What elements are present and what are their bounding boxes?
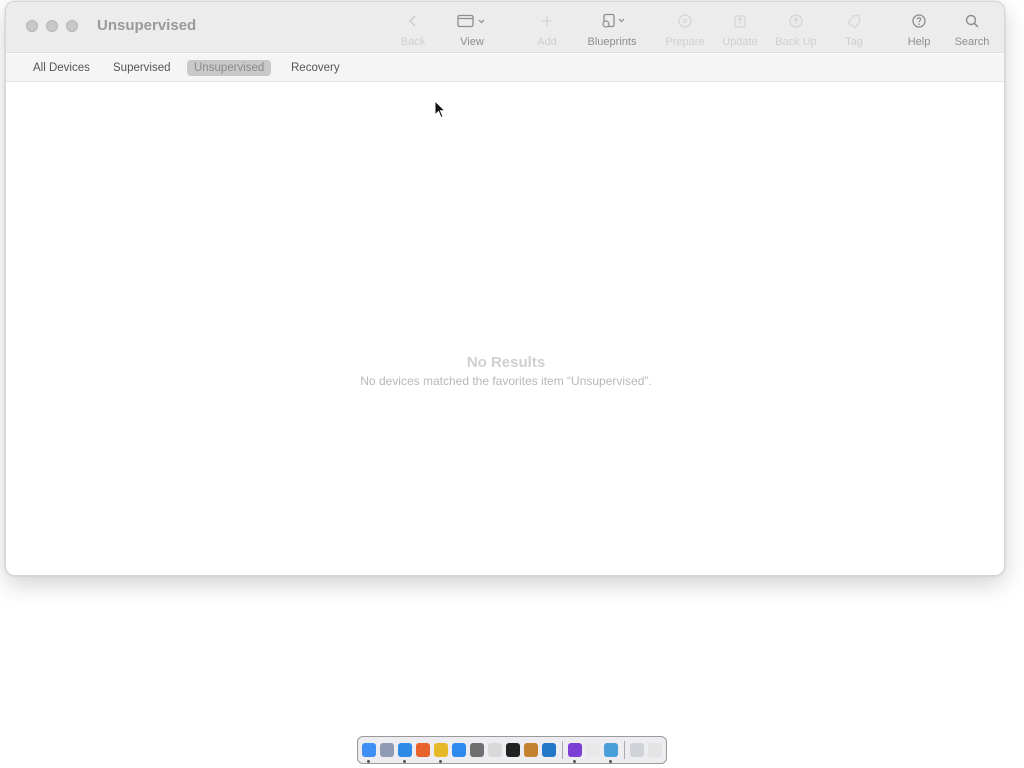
view-button[interactable]: View [454, 10, 490, 52]
trash-icon[interactable] [648, 743, 662, 757]
notes-list-icon[interactable] [586, 743, 600, 757]
screenshot-icon[interactable] [630, 743, 644, 757]
close-window-button[interactable] [26, 20, 38, 32]
running-indicator [367, 760, 370, 763]
help-question-icon [911, 10, 927, 32]
title-bar: Unsupervised Back View Add Blueprints Pr… [6, 2, 1004, 53]
app-store-icon[interactable] [452, 743, 466, 757]
update-icon [733, 10, 747, 32]
running-indicator [609, 760, 612, 763]
search-label: Search [954, 36, 990, 48]
favorites-bar: All Devices Supervised Unsupervised Reco… [6, 54, 1004, 82]
back-label: Back [400, 36, 426, 48]
backup-button[interactable]: Back Up [773, 10, 819, 52]
mouse-cursor-icon [434, 99, 447, 124]
chevron-left-icon [408, 10, 418, 32]
tag-label: Tag [845, 36, 863, 48]
dock-separator [562, 741, 563, 759]
instruments-icon[interactable] [524, 743, 538, 757]
view-label: View [460, 36, 484, 48]
terminal-icon[interactable] [506, 743, 520, 757]
finder-icon[interactable] [362, 743, 376, 763]
app-window: Unsupervised Back View Add Blueprints Pr… [5, 1, 1005, 576]
vscode-icon[interactable] [542, 743, 556, 757]
window-title: Unsupervised [97, 17, 197, 34]
running-indicator [439, 760, 442, 763]
apple-configurator-icon[interactable] [568, 743, 582, 763]
chrome-icon[interactable] [434, 743, 448, 763]
zoom-window-button[interactable] [66, 20, 78, 32]
tag-icon [845, 10, 863, 32]
dock-separator [624, 741, 625, 759]
empty-state-message: No devices matched the favorites item “U… [360, 374, 652, 388]
launchpad-icon[interactable] [380, 743, 394, 757]
dock [357, 736, 667, 764]
window-view-icon [456, 10, 488, 32]
blueprint-icon [595, 10, 629, 32]
add-button[interactable]: Add [532, 10, 562, 52]
help-button[interactable]: Help [904, 10, 934, 52]
running-indicator [573, 760, 576, 763]
script-editor-icon[interactable] [488, 743, 502, 757]
tag-button[interactable]: Tag [840, 10, 868, 52]
blueprints-button[interactable]: Blueprints [584, 10, 640, 52]
update-label: Update [722, 36, 758, 48]
plus-icon [540, 10, 554, 32]
search-icon [964, 10, 980, 32]
empty-state-title: No Results [466, 354, 546, 371]
xcode-instruments-icon[interactable] [604, 743, 618, 763]
tab-recovery[interactable]: Recovery [284, 60, 347, 76]
search-button[interactable]: Search [953, 10, 991, 52]
safari-icon[interactable] [398, 743, 412, 763]
running-indicator [403, 760, 406, 763]
tab-all-devices[interactable]: All Devices [26, 60, 97, 76]
prepare-button[interactable]: Prepare [663, 10, 707, 52]
system-settings-icon[interactable] [470, 743, 484, 757]
minimize-window-button[interactable] [46, 20, 58, 32]
firefox-icon[interactable] [416, 743, 430, 757]
tab-unsupervised[interactable]: Unsupervised [187, 60, 272, 76]
add-label: Add [537, 36, 557, 48]
backup-label: Back Up [775, 36, 817, 48]
tab-supervised[interactable]: Supervised [106, 60, 178, 76]
backup-icon [788, 10, 804, 32]
back-button[interactable]: Back [398, 10, 428, 52]
empty-state: No Results No devices matched the favori… [6, 354, 1004, 388]
prepare-gear-icon [677, 10, 693, 32]
help-label: Help [907, 36, 931, 48]
prepare-label: Prepare [665, 36, 705, 48]
update-button[interactable]: Update [720, 10, 760, 52]
blueprints-label: Blueprints [587, 36, 637, 48]
